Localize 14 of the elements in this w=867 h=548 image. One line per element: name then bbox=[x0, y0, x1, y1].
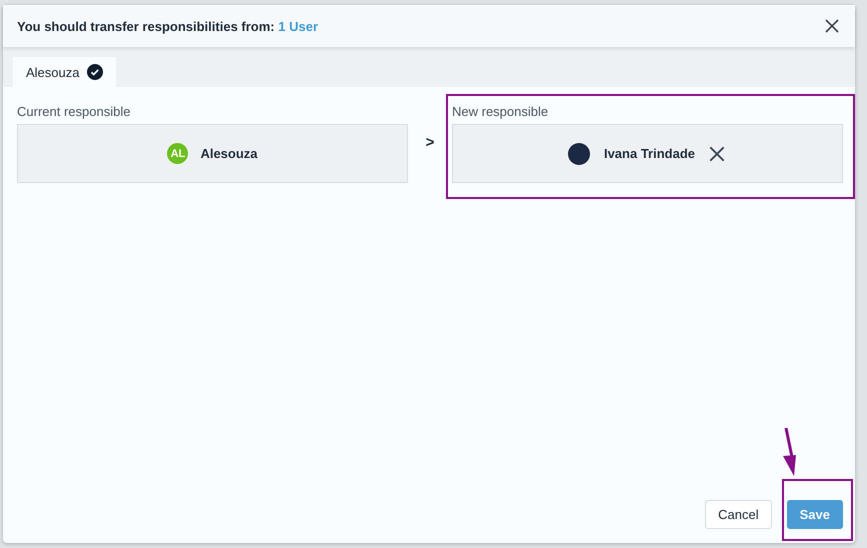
field-label: New responsible bbox=[452, 104, 550, 119]
dialog-title: You should transfer responsibilities from: 1 User bbox=[17, 18, 318, 34]
responsible-card[interactable]: Ivana Trindade bbox=[452, 124, 843, 183]
initials-avatar: AL bbox=[167, 143, 188, 164]
close-button[interactable] bbox=[823, 17, 841, 35]
photo-placeholder bbox=[568, 142, 590, 164]
user-name: Ivana Trindade bbox=[604, 146, 696, 161]
cancel-button[interactable]: Cancel bbox=[705, 500, 772, 529]
chevron-text: > bbox=[424, 134, 436, 151]
user-name: Alesouza bbox=[200, 146, 258, 161]
close-icon bbox=[823, 17, 841, 35]
highlight-rectangle bbox=[782, 479, 853, 541]
user-tab[interactable]: Alesouza bbox=[13, 57, 116, 87]
field-label: Current responsible bbox=[17, 104, 132, 119]
